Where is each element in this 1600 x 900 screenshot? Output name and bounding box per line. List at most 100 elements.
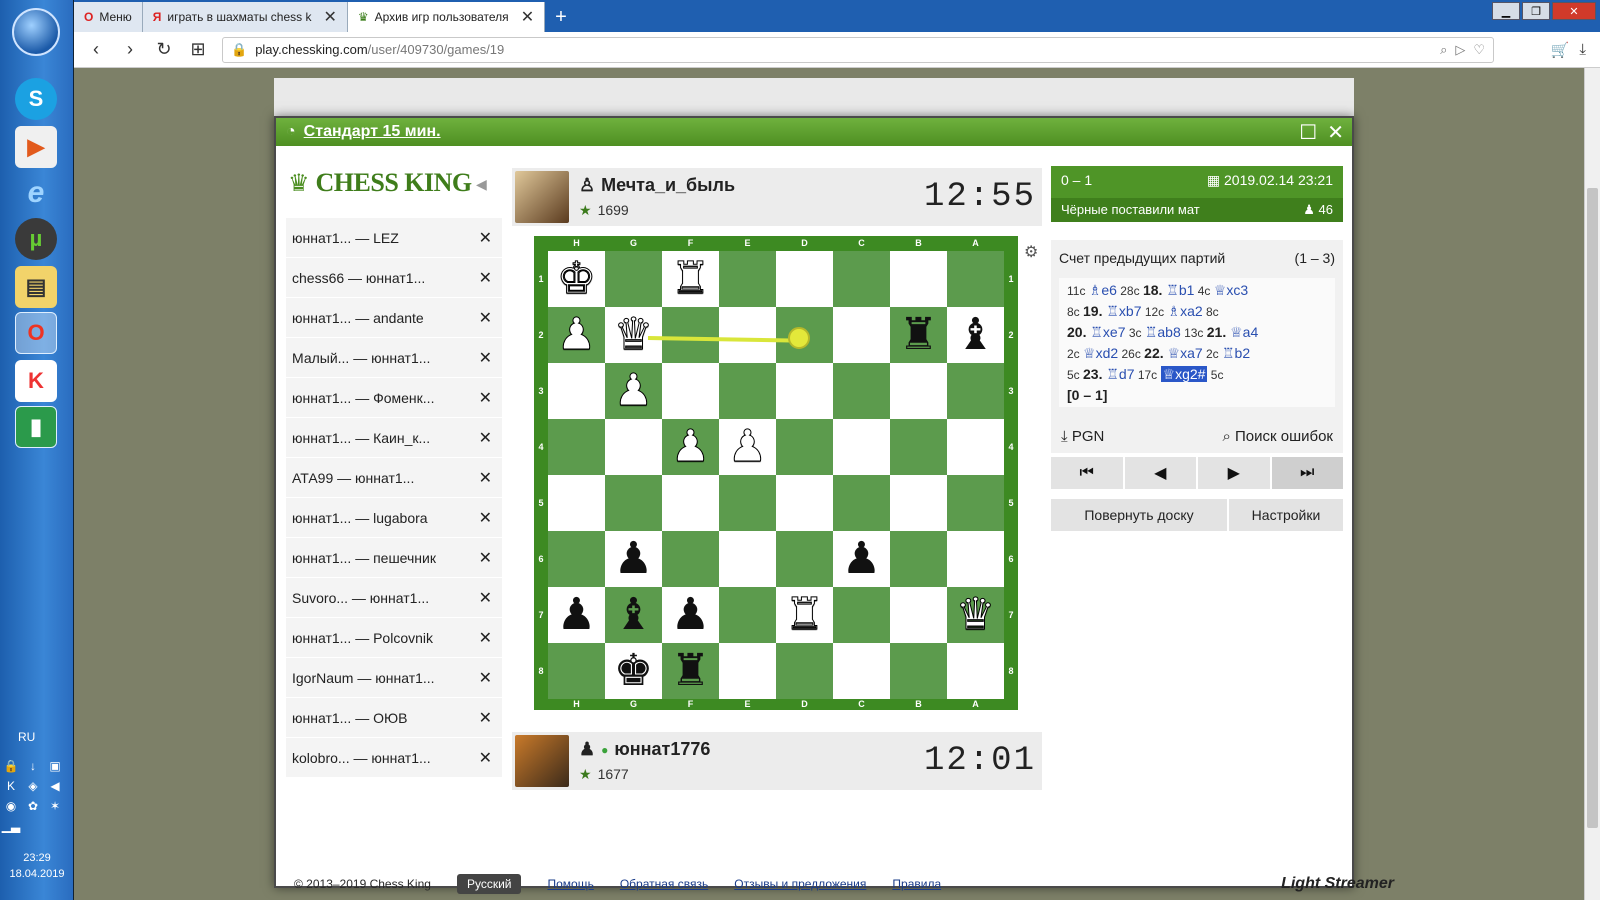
- maximize-icon[interactable]: ☐: [1299, 120, 1317, 145]
- white-pawn-icon[interactable]: ♟: [670, 424, 710, 469]
- board-square[interactable]: ♛: [947, 587, 1004, 643]
- reviews-link[interactable]: Отзывы и предложения: [734, 877, 866, 891]
- board-square[interactable]: [833, 419, 890, 475]
- network-icon[interactable]: 🔒: [2, 758, 20, 774]
- move-link[interactable]: ♕xg2#: [1160, 366, 1208, 382]
- remove-game-icon[interactable]: ✕: [479, 228, 492, 248]
- game-list-item[interactable]: юннат1... — Polcovnik ✕: [286, 618, 502, 658]
- board-square[interactable]: [833, 475, 890, 531]
- board-square[interactable]: [776, 531, 833, 587]
- white-rook-icon[interactable]: ♜: [670, 256, 710, 301]
- board-square[interactable]: [890, 587, 947, 643]
- board-square[interactable]: ♟: [662, 587, 719, 643]
- next-move-button[interactable]: ▶: [1198, 457, 1270, 489]
- address-bar[interactable]: 🔒 play.chessking.com/user/409730/games/1…: [222, 36, 1494, 63]
- remove-game-icon[interactable]: ✕: [479, 508, 492, 528]
- board-square[interactable]: [662, 475, 719, 531]
- board-square[interactable]: [776, 475, 833, 531]
- move-link[interactable]: ♕xa7: [1168, 345, 1203, 361]
- black-bishop-icon[interactable]: ♝: [614, 593, 653, 637]
- board-square[interactable]: [947, 643, 1004, 699]
- send-icon[interactable]: ▷: [1455, 42, 1465, 58]
- game-list-item[interactable]: юннат1... — пешечник ✕: [286, 538, 502, 578]
- game-list-item[interactable]: юннат1... — LEZ ✕: [286, 218, 502, 258]
- black-pawn-icon[interactable]: ♟: [671, 593, 710, 637]
- remove-game-icon[interactable]: ✕: [479, 428, 492, 448]
- remove-game-icon[interactable]: ✕: [479, 668, 492, 688]
- utorrent-icon[interactable]: µ: [15, 218, 57, 260]
- tab-yandex-search[interactable]: Я играть в шахматы chess k ✕: [142, 2, 348, 32]
- board-square[interactable]: [833, 587, 890, 643]
- move-link[interactable]: ♕xd2: [1083, 345, 1118, 361]
- find-errors-button[interactable]: ⌕ Поиск ошибок: [1222, 428, 1333, 445]
- board-square[interactable]: ♟: [605, 531, 662, 587]
- board-square[interactable]: ♟: [548, 587, 605, 643]
- board-square[interactable]: [833, 363, 890, 419]
- black-pawn-icon[interactable]: ♟: [614, 537, 653, 581]
- white-king-icon[interactable]: ♚: [556, 256, 596, 301]
- player-name[interactable]: Мечта_и_быль: [601, 175, 735, 196]
- gift-icon[interactable]: ✿: [24, 798, 42, 814]
- board-square[interactable]: ♚: [548, 251, 605, 307]
- move-link[interactable]: ♖xe7: [1090, 324, 1125, 340]
- black-rook-icon[interactable]: ♜: [899, 313, 938, 357]
- move-link[interactable]: ♖xb7: [1106, 303, 1141, 319]
- cart-icon[interactable]: 🛒: [1551, 41, 1570, 59]
- board-square[interactable]: ♟: [833, 531, 890, 587]
- board-square[interactable]: ♟: [548, 307, 605, 363]
- board-square[interactable]: [662, 307, 719, 363]
- game-list-item[interactable]: юннат1... — andante ✕: [286, 298, 502, 338]
- board-square[interactable]: ♟: [719, 419, 776, 475]
- board-square[interactable]: [719, 531, 776, 587]
- close-tab-icon[interactable]: ✕: [323, 7, 336, 27]
- board-square[interactable]: ♟: [605, 363, 662, 419]
- board-square[interactable]: [890, 251, 947, 307]
- vertical-scrollbar[interactable]: [1584, 68, 1600, 900]
- kaspersky-icon[interactable]: K: [15, 360, 57, 402]
- move-link[interactable]: ♗xa2: [1168, 303, 1203, 319]
- clock[interactable]: 23:29 18.04.2019: [0, 850, 74, 882]
- file-manager-icon[interactable]: ▤: [15, 266, 57, 308]
- first-move-button[interactable]: ⏮: [1051, 457, 1123, 489]
- remove-game-icon[interactable]: ✕: [479, 268, 492, 288]
- remove-game-icon[interactable]: ✕: [479, 308, 492, 328]
- board-square[interactable]: [719, 643, 776, 699]
- white-rook-icon[interactable]: ♜: [784, 592, 824, 637]
- minimize-button[interactable]: ▁: [1492, 2, 1520, 20]
- download-icon[interactable]: ↓: [24, 758, 42, 774]
- game-list-item[interactable]: АТА99 — юннат1... ✕: [286, 458, 502, 498]
- board-settings-icon[interactable]: ⚙: [1024, 242, 1038, 262]
- board-square[interactable]: ♟: [662, 419, 719, 475]
- download-icon[interactable]: ⤓: [1579, 41, 1586, 59]
- board-square[interactable]: [662, 531, 719, 587]
- remove-game-icon[interactable]: ✕: [479, 588, 492, 608]
- back-icon[interactable]: ‹: [86, 39, 106, 60]
- board-square[interactable]: [947, 475, 1004, 531]
- board-square[interactable]: [890, 475, 947, 531]
- board-square[interactable]: [548, 643, 605, 699]
- remove-game-icon[interactable]: ✕: [479, 388, 492, 408]
- forward-icon[interactable]: ›: [120, 39, 140, 60]
- board-square[interactable]: [947, 363, 1004, 419]
- speed-dial-icon[interactable]: ⊞: [188, 39, 208, 60]
- close-icon[interactable]: ✕: [1327, 120, 1344, 145]
- move-link[interactable]: ♖ab8: [1145, 324, 1181, 340]
- move-list[interactable]: 11с ♗e6 28с 18. ♖b1 4с ♕xc3 8с 19. ♖xb7 1…: [1059, 278, 1335, 407]
- skype-icon[interactable]: S: [15, 78, 57, 120]
- board-square[interactable]: ♜: [662, 643, 719, 699]
- move-link[interactable]: ♗e6: [1089, 282, 1117, 298]
- board-square[interactable]: [776, 419, 833, 475]
- game-list-item[interactable]: юннат1... — Фоменк... ✕: [286, 378, 502, 418]
- previous-move-button[interactable]: ◀: [1124, 457, 1196, 489]
- reload-icon[interactable]: ↻: [154, 39, 174, 60]
- board-square[interactable]: ♝: [605, 587, 662, 643]
- black-pawn-icon[interactable]: ♟: [557, 593, 596, 637]
- last-move-button[interactable]: ⏭: [1271, 457, 1343, 489]
- game-list-item[interactable]: юннат1... — Каин_к... ✕: [286, 418, 502, 458]
- window-icon[interactable]: ▣: [46, 758, 64, 774]
- board-square[interactable]: [548, 419, 605, 475]
- move-link[interactable]: ♕a4: [1230, 324, 1258, 340]
- board-square[interactable]: [605, 419, 662, 475]
- signal-icon[interactable]: ▁▃: [2, 818, 20, 834]
- board-square[interactable]: [776, 643, 833, 699]
